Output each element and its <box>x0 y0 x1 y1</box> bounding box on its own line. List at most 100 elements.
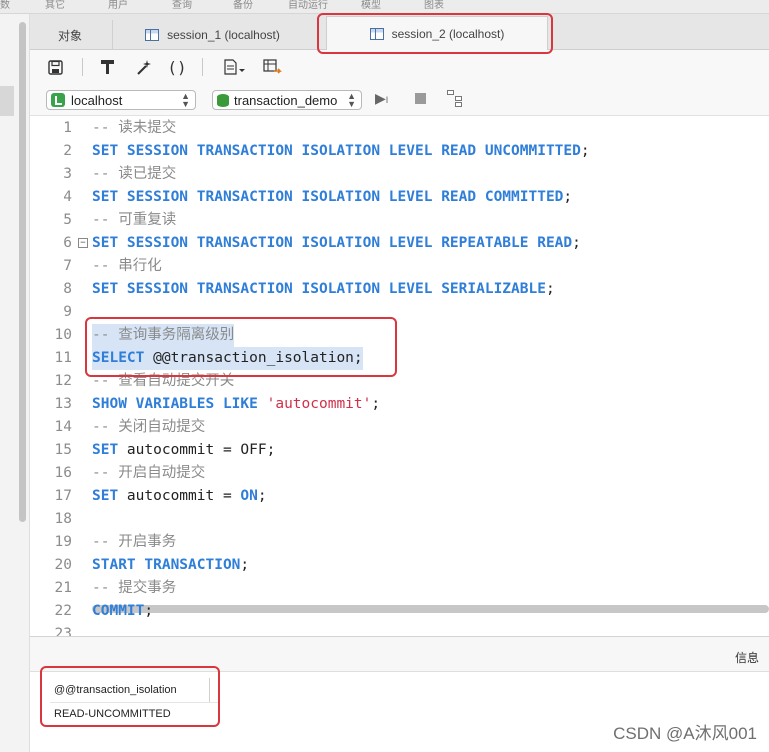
sql-keyword: COMMIT <box>92 603 145 619</box>
database-select[interactable]: transaction_demo ▲ ▼ <box>212 90 362 110</box>
code-line[interactable]: 11 SELECT @@transaction_isolation; <box>30 347 769 370</box>
navigator-panel-edge <box>0 14 30 752</box>
line-number: 14 <box>54 419 72 435</box>
code-line[interactable]: 14 -- 关闭自动提交 <box>30 416 769 439</box>
menu-item[interactable]: 数 <box>0 0 10 12</box>
code-line[interactable]: 17 SET autocommit = ON; <box>30 485 769 508</box>
sql-comment: -- 串行化 <box>92 258 162 274</box>
line-number: 9 <box>63 304 72 320</box>
code-line[interactable]: 13 SHOW VARIABLES LIKE 'autocommit'; <box>30 393 769 416</box>
code-line[interactable]: 16 -- 开启自动提交 <box>30 462 769 485</box>
line-number: 23 <box>54 626 72 636</box>
code-text: SET SESSION TRANSACTION ISOLATION LEVEL … <box>92 232 581 255</box>
code-text: SELECT @@transaction_isolation; <box>92 347 363 370</box>
sql-keyword: SET SESSION TRANSACTION ISOLATION LEVEL … <box>92 143 581 159</box>
code-line[interactable]: 22 COMMIT; <box>30 600 769 623</box>
code-line[interactable]: 8 SET SESSION TRANSACTION ISOLATION LEVEL… <box>30 278 769 301</box>
document-icon[interactable] <box>220 57 250 77</box>
toolbar-divider <box>82 58 83 76</box>
sql-editor[interactable]: 1 -- 读未提交 2 SET SESSION TRANSACTION ISOLATI… <box>30 116 769 636</box>
code-line[interactable]: 3 -- 读已提交 <box>30 163 769 186</box>
sql-keyword: SET <box>92 442 119 458</box>
sql-comment: -- 读已提交 <box>92 166 177 182</box>
sql-text: ; <box>240 557 250 573</box>
line-number: 11 <box>54 350 72 366</box>
menu-item[interactable]: 用户 <box>108 0 128 12</box>
line-number: 4 <box>63 189 72 205</box>
menu-item[interactable]: 模型 <box>361 0 381 12</box>
database-icon <box>217 93 229 107</box>
code-line[interactable]: 21 -- 提交事务 <box>30 577 769 600</box>
sql-text: ; <box>572 235 581 251</box>
result-cell[interactable]: READ-UNCOMMITTED <box>50 702 220 724</box>
menu-item[interactable]: 备份 <box>233 0 253 12</box>
query-icon <box>369 27 384 40</box>
stop-icon[interactable] <box>415 93 426 104</box>
format-icon[interactable] <box>96 57 118 77</box>
connection-icon <box>51 93 65 107</box>
code-line[interactable]: 10 -- 查询事务隔离级别 <box>30 324 769 347</box>
run-icon[interactable]: ▶I <box>375 90 388 107</box>
code-line[interactable]: 20 START TRANSACTION; <box>30 554 769 577</box>
tab-label: session_2 (localhost) <box>391 26 505 41</box>
code-text: SET autocommit = ON; <box>92 485 267 508</box>
column-header[interactable]: @@transaction_isolation <box>50 678 210 702</box>
fold-toggle-icon[interactable]: − <box>78 238 88 248</box>
code-line[interactable]: 5 -- 可重复读 <box>30 209 769 232</box>
connection-select[interactable]: localhost ▲ ▼ <box>46 90 196 110</box>
code-line[interactable]: 1 -- 读未提交 <box>30 117 769 140</box>
code-line[interactable]: 12 -- 查看自动提交开关 <box>30 370 769 393</box>
code-line[interactable]: 15 SET autocommit = OFF; <box>30 439 769 462</box>
tab-session-2[interactable]: session_2 (localhost) <box>326 16 548 50</box>
table-export-icon[interactable] <box>262 57 284 77</box>
parentheses-button[interactable]: () <box>166 57 188 77</box>
magic-wand-icon[interactable] <box>132 57 154 77</box>
line-number: 12 <box>54 373 72 389</box>
tab-objects[interactable]: 对象 <box>40 20 100 50</box>
sql-text: ; <box>545 281 555 297</box>
code-text: -- 关闭自动提交 <box>92 416 205 439</box>
line-number: 13 <box>54 396 72 412</box>
chevron-updown-icon: ▲ ▼ <box>347 91 356 109</box>
code-text: START TRANSACTION; <box>92 554 249 577</box>
code-text: -- 提交事务 <box>92 577 176 600</box>
navigator-selected-item[interactable] <box>0 86 14 116</box>
code-line[interactable]: 2 SET SESSION TRANSACTION ISOLATION LEVEL… <box>30 140 769 163</box>
explain-icon[interactable] <box>447 90 465 108</box>
toolbar-divider <box>202 58 203 76</box>
code-line[interactable]: 19 -- 开启事务 <box>30 531 769 554</box>
menu-item[interactable]: 查询 <box>172 0 192 12</box>
tab-info[interactable]: 信息 <box>735 649 759 666</box>
save-icon[interactable] <box>44 57 66 77</box>
sql-comment: -- 读未提交 <box>92 120 177 136</box>
sql-keyword: SET SESSION TRANSACTION ISOLATION LEVEL … <box>92 189 564 205</box>
code-text: -- 查询事务隔离级别 <box>92 324 235 347</box>
sql-comment: -- 关闭自动提交 <box>92 419 206 435</box>
line-number: 6 <box>63 235 72 251</box>
code-line[interactable]: 18 <box>30 508 769 531</box>
line-number: 20 <box>54 557 72 573</box>
line-number: 15 <box>54 442 72 458</box>
code-text: -- 读已提交 <box>92 163 176 186</box>
code-text: -- 串行化 <box>92 255 162 278</box>
menu-item[interactable]: 自动运行 <box>288 0 328 12</box>
code-line[interactable]: 7 -- 串行化 <box>30 255 769 278</box>
tab-session-1[interactable]: session_1 (localhost) <box>112 20 312 50</box>
code-line[interactable]: 6− SET SESSION TRANSACTION ISOLATION LEVE… <box>30 232 769 255</box>
connection-bar: localhost ▲ ▼ transaction_demo ▲ ▼ ▶I <box>30 84 769 116</box>
sql-comment: -- 查看自动提交开关 <box>92 373 235 389</box>
sql-comment: -- 开启事务 <box>92 534 177 550</box>
sql-keyword: SET <box>92 488 119 504</box>
code-text: -- 可重复读 <box>92 209 176 232</box>
navigator-scrollbar[interactable] <box>19 22 26 522</box>
sql-keyword: SET SESSION TRANSACTION ISOLATION LEVEL … <box>92 281 546 297</box>
sql-text: ; <box>563 189 573 205</box>
database-value: transaction_demo <box>234 92 338 108</box>
menu-item[interactable]: 其它 <box>45 0 65 12</box>
code-text: -- 开启事务 <box>92 531 176 554</box>
code-line[interactable]: 9 <box>30 301 769 324</box>
menu-item[interactable]: 图表 <box>424 0 444 12</box>
code-line[interactable]: 23 <box>30 623 769 636</box>
code-line[interactable]: 4 SET SESSION TRANSACTION ISOLATION LEVEL… <box>30 186 769 209</box>
